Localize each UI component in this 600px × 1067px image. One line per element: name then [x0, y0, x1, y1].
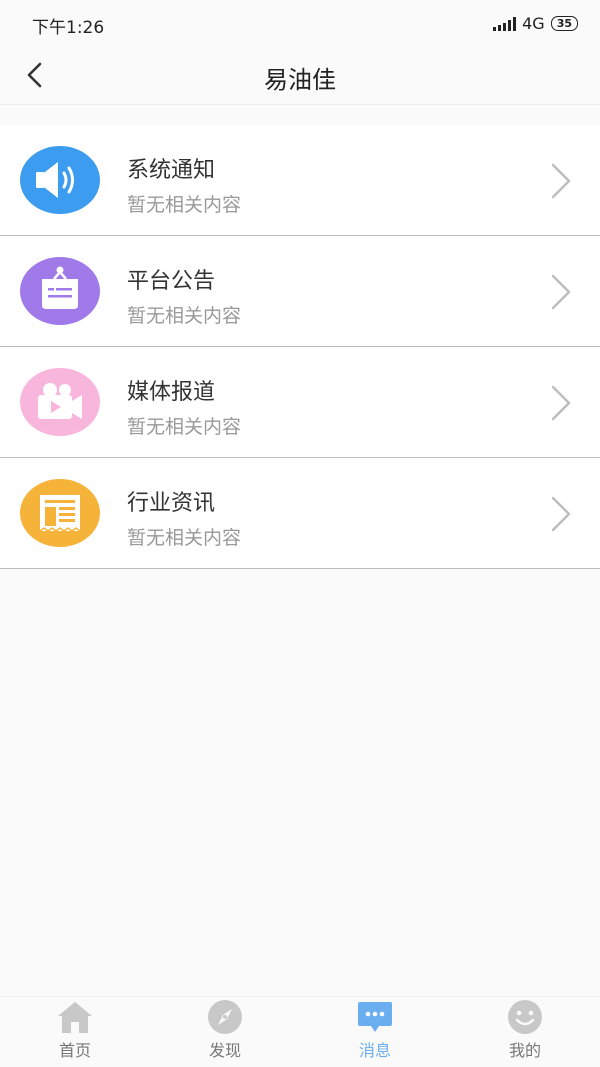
nav-header: 易油佳: [0, 46, 600, 105]
list-item-media-report[interactable]: 媒体报道 暂无相关内容: [0, 347, 600, 458]
list-item-system-notice[interactable]: 系统通知 暂无相关内容: [0, 125, 600, 236]
status-indicators: 4G 35: [493, 14, 578, 33]
item-subtitle: 暂无相关内容: [127, 305, 242, 327]
video-camera-icon: [20, 368, 100, 436]
tab-label: 消息: [358, 1041, 391, 1060]
status-time: 下午1:26: [32, 18, 105, 38]
tab-label: 发现: [208, 1041, 241, 1060]
message-category-list: 系统通知 暂无相关内容 平台公告 暂无相关内容 媒体报道 暂无相关内容 行业资讯…: [0, 125, 600, 569]
page-title: 易油佳: [264, 66, 336, 94]
signal-icon: [493, 16, 517, 31]
smiley-icon: [508, 1000, 542, 1034]
tab-mine[interactable]: 我的: [450, 997, 600, 1067]
item-subtitle: 暂无相关内容: [127, 416, 242, 438]
item-title: 行业资讯: [127, 491, 216, 516]
tab-label: 我的: [508, 1041, 541, 1060]
item-subtitle: 暂无相关内容: [127, 527, 242, 549]
tab-messages[interactable]: 消息: [300, 997, 450, 1067]
tab-discover[interactable]: 发现: [150, 997, 300, 1067]
item-title: 系统通知: [127, 158, 216, 183]
message-icon: [358, 1002, 392, 1032]
speaker-icon: [20, 146, 100, 214]
list-item-platform-announcement[interactable]: 平台公告 暂无相关内容: [0, 236, 600, 347]
home-icon: [58, 1002, 92, 1033]
status-bar: 下午1:26 4G 35: [0, 0, 600, 46]
newspaper-icon: [20, 479, 100, 547]
chevron-right-icon: [551, 163, 571, 199]
chevron-right-icon: [551, 496, 571, 532]
network-type: 4G: [522, 14, 545, 33]
chevron-right-icon: [551, 274, 571, 310]
battery-icon: 35: [550, 16, 578, 31]
tab-home[interactable]: 首页: [0, 997, 150, 1067]
list-item-industry-news[interactable]: 行业资讯 暂无相关内容: [0, 458, 600, 569]
bottom-tab-bar: 首页 发现 消息 我的: [0, 996, 600, 1067]
tab-label: 首页: [58, 1041, 91, 1060]
item-title: 平台公告: [127, 269, 216, 294]
compass-icon: [208, 1000, 242, 1034]
notice-board-icon: [20, 257, 100, 325]
item-title: 媒体报道: [127, 380, 216, 405]
chevron-right-icon: [551, 385, 571, 421]
item-subtitle: 暂无相关内容: [127, 194, 242, 216]
